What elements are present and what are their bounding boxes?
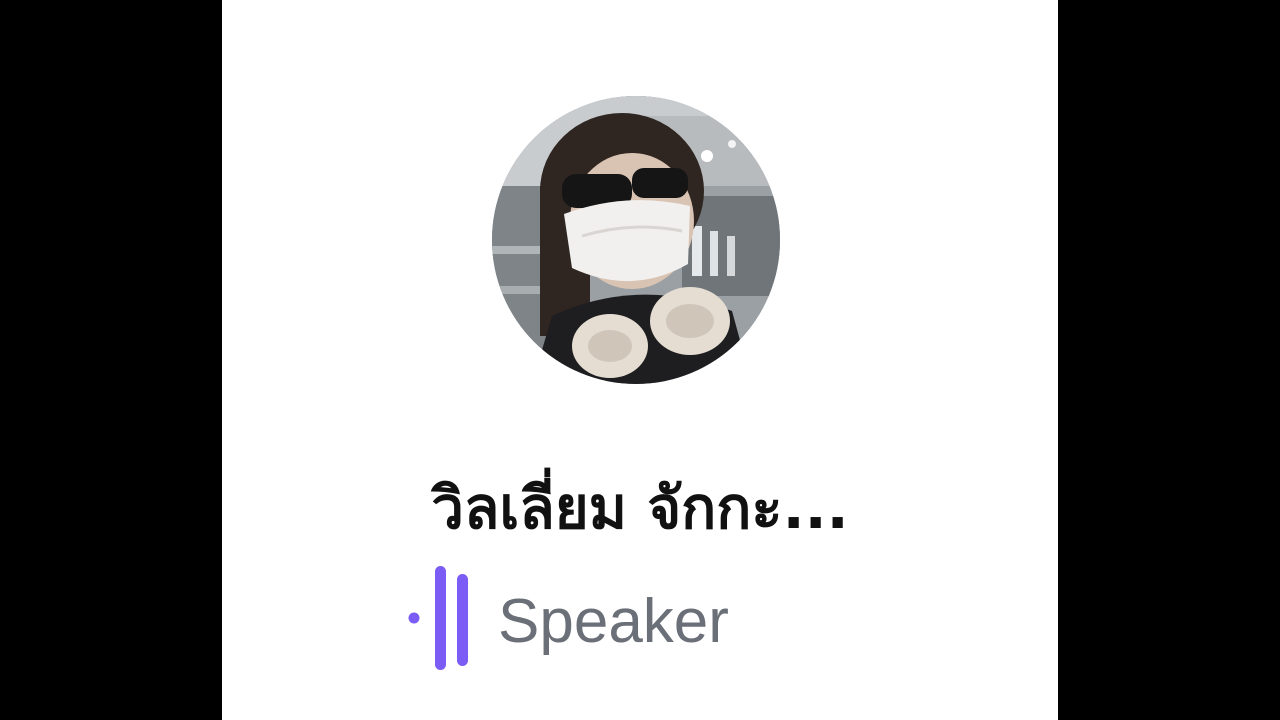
role-label: Speaker	[498, 587, 729, 656]
avatar-photo	[492, 96, 780, 384]
video-frame: วิลเลี่ยม จักกะ... Speaker	[0, 0, 1280, 720]
participant-role: Speaker	[406, 562, 826, 672]
speaker-profile-card: วิลเลี่ยม จักกะ... Speaker	[222, 0, 1058, 720]
speaking-indicator-icon	[406, 562, 486, 672]
avatar[interactable]	[492, 96, 780, 384]
participant-name: วิลเลี่ยม จักกะ...	[431, 474, 849, 542]
